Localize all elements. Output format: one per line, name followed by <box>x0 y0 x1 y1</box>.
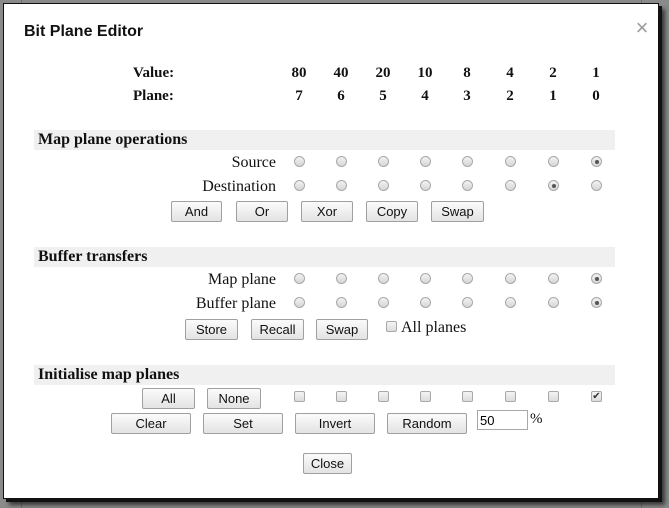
buffer-plane-label: Buffer plane <box>195 295 276 312</box>
plane-column-header: 0 <box>592 88 600 104</box>
plane-column-header: 4 <box>421 88 429 104</box>
destination-radio-plane-4[interactable] <box>420 180 431 191</box>
buffer-plane-radio-plane-3[interactable] <box>462 297 473 308</box>
close-x-icon[interactable]: × <box>633 17 651 39</box>
map-plane-radio-plane-0[interactable] <box>591 273 602 284</box>
value-column-header: 10 <box>417 65 433 81</box>
swap-buffer-button[interactable]: Swap <box>316 319 368 340</box>
set-button[interactable]: Set <box>203 413 283 434</box>
plane-column-header: 6 <box>337 88 345 104</box>
init-plane-checkbox-2[interactable] <box>505 391 516 402</box>
value-column-header: 80 <box>291 65 307 81</box>
xor-button[interactable]: Xor <box>301 201 353 222</box>
map-plane-radio-plane-1[interactable] <box>548 273 559 284</box>
init-plane-checkbox-3[interactable] <box>462 391 473 402</box>
source-radio-plane-7[interactable] <box>294 156 305 167</box>
map-plane-radio-plane-5[interactable] <box>378 273 389 284</box>
map-plane-radio-plane-2[interactable] <box>505 273 516 284</box>
buffer-plane-radio-plane-6[interactable] <box>336 297 347 308</box>
value-column-header: 20 <box>375 65 391 81</box>
source-radio-plane-1[interactable] <box>548 156 559 167</box>
recall-button[interactable]: Recall <box>251 319 304 340</box>
destination-radio-plane-3[interactable] <box>462 180 473 191</box>
plane-column-header: 5 <box>379 88 387 104</box>
source-radio-plane-2[interactable] <box>505 156 516 167</box>
destination-radio-plane-6[interactable] <box>336 180 347 191</box>
section-title: Map plane operations <box>38 131 188 148</box>
all-planes-label: All planes <box>401 319 467 336</box>
destination-radio-plane-2[interactable] <box>505 180 516 191</box>
plane-column-header: 1 <box>549 88 557 104</box>
percent-sign: % <box>530 411 543 427</box>
clear-button[interactable]: Clear <box>111 413 191 434</box>
value-label: Value: <box>133 65 175 81</box>
buffer-plane-radio-plane-1[interactable] <box>548 297 559 308</box>
init-plane-checkbox-7[interactable] <box>294 391 305 402</box>
map-plane-radio-plane-3[interactable] <box>462 273 473 284</box>
destination-label: Destination <box>202 178 276 195</box>
plane-column-header: 7 <box>295 88 303 104</box>
random-button[interactable]: Random <box>387 413 467 434</box>
buffer-plane-radio-plane-0[interactable] <box>591 297 602 308</box>
destination-radio-plane-0[interactable] <box>591 180 602 191</box>
section-title: Buffer transfers <box>38 248 148 265</box>
source-radio-plane-6[interactable] <box>336 156 347 167</box>
init-plane-checkbox-6[interactable] <box>336 391 347 402</box>
buffer-plane-radio-plane-2[interactable] <box>505 297 516 308</box>
source-radio-plane-3[interactable] <box>462 156 473 167</box>
invert-button[interactable]: Invert <box>295 413 375 434</box>
section-map-plane-operations: Map plane operations <box>34 130 615 150</box>
random-percent-input[interactable] <box>477 410 528 430</box>
value-column-header: 8 <box>463 65 471 81</box>
all-planes-checkbox[interactable] <box>386 321 397 332</box>
init-plane-checkbox-0[interactable]: ✔ <box>591 391 602 402</box>
value-column-header: 1 <box>592 65 600 81</box>
source-radio-plane-0[interactable] <box>591 156 602 167</box>
value-column-header: 4 <box>506 65 514 81</box>
buffer-plane-radio-plane-4[interactable] <box>420 297 431 308</box>
destination-radio-plane-7[interactable] <box>294 180 305 191</box>
section-initialise-map-planes: Initialise map planes <box>34 365 615 385</box>
buffer-plane-radio-plane-7[interactable] <box>294 297 305 308</box>
and-button[interactable]: And <box>171 201 222 222</box>
init-plane-checkbox-1[interactable] <box>548 391 559 402</box>
select-none-button[interactable]: None <box>207 388 261 409</box>
section-title: Initialise map planes <box>38 366 180 383</box>
map-plane-radio-plane-7[interactable] <box>294 273 305 284</box>
map-plane-radio-plane-4[interactable] <box>420 273 431 284</box>
map-plane-label: Map plane <box>208 271 276 288</box>
section-buffer-transfers: Buffer transfers <box>34 247 615 267</box>
plane-column-header: 3 <box>463 88 471 104</box>
source-radio-plane-5[interactable] <box>378 156 389 167</box>
init-plane-checkbox-5[interactable] <box>378 391 389 402</box>
swap-planes-button[interactable]: Swap <box>431 201 484 222</box>
copy-button[interactable]: Copy <box>366 201 418 222</box>
init-plane-checkbox-4[interactable] <box>420 391 431 402</box>
select-all-button[interactable]: All <box>142 388 195 409</box>
store-button[interactable]: Store <box>185 319 238 340</box>
map-plane-radio-plane-6[interactable] <box>336 273 347 284</box>
plane-label: Plane: <box>133 88 174 104</box>
buffer-plane-radio-plane-5[interactable] <box>378 297 389 308</box>
value-column-header: 2 <box>549 65 557 81</box>
value-column-header: 40 <box>333 65 349 81</box>
plane-column-header: 2 <box>506 88 514 104</box>
dialog-title: Bit Plane Editor <box>24 23 144 40</box>
source-label: Source <box>231 154 276 171</box>
destination-radio-plane-1[interactable] <box>548 180 559 191</box>
destination-radio-plane-5[interactable] <box>378 180 389 191</box>
close-button[interactable]: Close <box>303 453 352 474</box>
or-button[interactable]: Or <box>236 201 288 222</box>
source-radio-plane-4[interactable] <box>420 156 431 167</box>
